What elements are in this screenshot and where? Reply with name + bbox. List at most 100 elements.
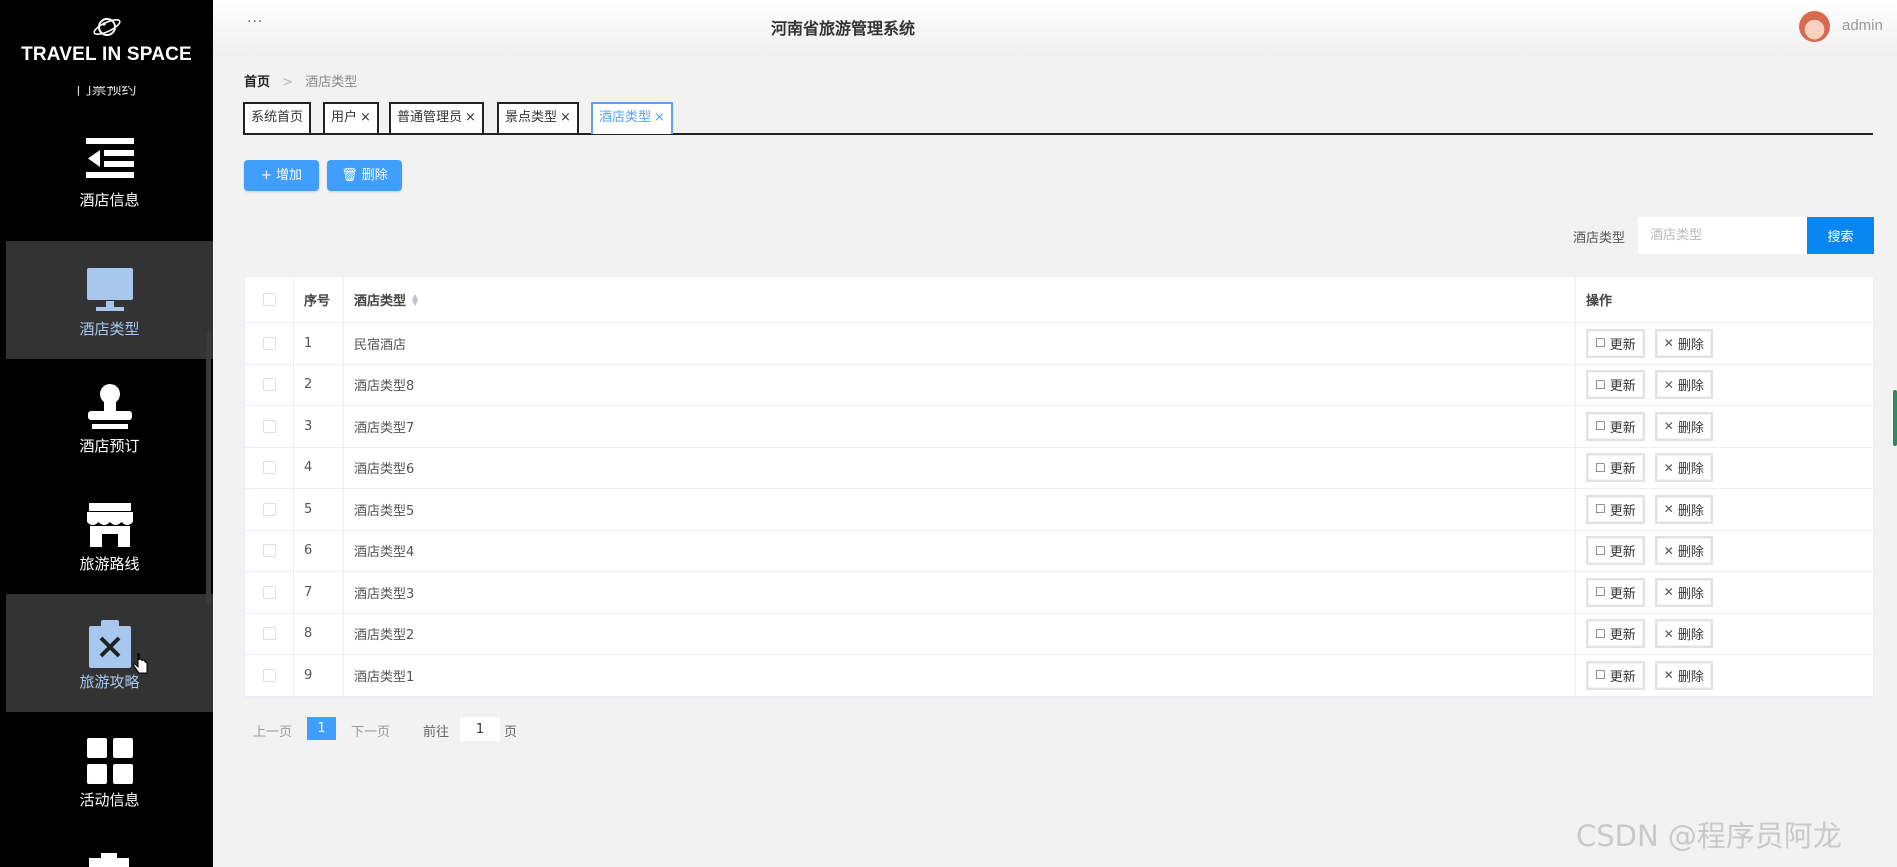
- sidebar-item-label: 活动信息: [79, 791, 140, 809]
- row-checkbox[interactable]: [262, 419, 276, 433]
- search-button[interactable]: 搜索: [1807, 217, 1874, 254]
- close-icon[interactable]: ×: [360, 110, 371, 125]
- row-checkbox[interactable]: [262, 378, 276, 392]
- row-index: 3: [294, 406, 344, 447]
- breadcrumb-current: 酒店类型: [305, 75, 358, 90]
- add-button[interactable]: + 增加: [244, 160, 319, 191]
- tab-user[interactable]: 用户 ×: [323, 102, 379, 133]
- sidebar-item-travel-routes[interactable]: 旅游路线: [6, 476, 213, 594]
- update-button[interactable]: ☐ 更新: [1586, 494, 1645, 524]
- side-handle[interactable]: [1893, 390, 1897, 446]
- edit-icon: ☐: [1595, 460, 1606, 475]
- row-index: 1: [294, 323, 344, 364]
- tab-hotel-type[interactable]: 酒店类型 ×: [591, 102, 673, 134]
- row-type: 酒店类型4: [344, 530, 1576, 571]
- row-delete-button[interactable]: ✕ 删除: [1654, 577, 1713, 607]
- header-ops: 操作: [1586, 294, 1613, 309]
- row-checkbox[interactable]: [262, 544, 276, 558]
- row-ops: ☐ 更新 ✕ 删除: [1576, 531, 1875, 572]
- menu-toggle-button[interactable]: ···: [247, 14, 263, 30]
- sidebar-item-ticket-booking[interactable]: 门票预约: [0, 86, 213, 100]
- add-button-label: 增加: [275, 168, 302, 183]
- sort-icon[interactable]: ▲ ▼: [412, 292, 418, 306]
- sidebar-item-hotel-info[interactable]: 酒店信息: [6, 112, 213, 230]
- row-delete-button[interactable]: ✕ 删除: [1654, 370, 1713, 400]
- close-icon[interactable]: ×: [560, 110, 571, 125]
- row-type: 民宿酒店: [344, 323, 1576, 364]
- update-button[interactable]: ☐ 更新: [1586, 577, 1645, 607]
- grid-icon: [86, 738, 133, 784]
- prev-page-button[interactable]: 上一页: [253, 721, 292, 740]
- avatar[interactable]: [1799, 11, 1830, 42]
- stamp-icon: [87, 384, 132, 429]
- row-delete-button[interactable]: ✕ 删除: [1654, 619, 1713, 649]
- sidebar-item-hotel-type[interactable]: 酒店类型: [6, 241, 213, 359]
- table-row: 2 酒店类型8 ☐ 更新 ✕ 删除: [245, 364, 1873, 406]
- row-delete-label: 删除: [1677, 379, 1704, 395]
- row-type: 酒店类型7: [344, 406, 1576, 447]
- update-button[interactable]: ☐ 更新: [1586, 536, 1645, 566]
- search-input[interactable]: [1638, 217, 1807, 254]
- trash-icon: 🗑: [341, 168, 358, 183]
- tab-admin[interactable]: 普通管理员 ×: [389, 102, 484, 133]
- tab-label: 酒店类型: [599, 110, 652, 125]
- update-label: 更新: [1609, 503, 1636, 519]
- row-delete-label: 删除: [1677, 545, 1704, 561]
- table-body: 1 民宿酒店 ☐ 更新 ✕ 删除 2 酒店类型8 ☐ 更新 ✕ 删除 3 酒店类型7 ☐ 更新 ✕ 删除 4 酒店类型…: [245, 323, 1873, 697]
- row-checkbox-cell: [245, 447, 294, 488]
- breadcrumb-home[interactable]: 首页: [244, 75, 270, 90]
- close-icon[interactable]: ×: [654, 110, 665, 125]
- sidebar-item-travel-guide[interactable]: 旅游攻略: [6, 594, 213, 712]
- username[interactable]: admin: [1842, 17, 1883, 34]
- row-delete-button[interactable]: ✕ 删除: [1654, 328, 1713, 358]
- sidebar-item-activities[interactable]: 活动信息: [6, 712, 213, 830]
- row-delete-button[interactable]: ✕ 删除: [1654, 411, 1713, 441]
- update-button[interactable]: ☐ 更新: [1586, 370, 1645, 400]
- sidebar-item-label: 旅游路线: [79, 555, 140, 573]
- close-icon: ✕: [1663, 336, 1674, 351]
- clipboard-icon: [89, 853, 129, 867]
- row-delete-label: 删除: [1677, 462, 1704, 478]
- update-button[interactable]: ☐ 更新: [1586, 328, 1645, 358]
- update-button[interactable]: ☐ 更新: [1586, 411, 1645, 441]
- row-delete-button[interactable]: ✕ 删除: [1654, 494, 1713, 524]
- row-checkbox[interactable]: [262, 502, 276, 516]
- close-icon: ✕: [1663, 460, 1674, 475]
- row-delete-button[interactable]: ✕ 删除: [1654, 660, 1713, 690]
- update-button[interactable]: ☐ 更新: [1586, 660, 1645, 690]
- goto-page-input[interactable]: [460, 717, 500, 741]
- header-type[interactable]: 酒店类型 ▲ ▼: [344, 277, 1576, 322]
- update-label: 更新: [1609, 545, 1636, 561]
- sidebar-item-hotel-booking[interactable]: 酒店预订: [6, 358, 213, 476]
- update-button[interactable]: ☐ 更新: [1586, 453, 1645, 483]
- next-page-button[interactable]: 下一页: [351, 721, 390, 740]
- row-checkbox-cell: [245, 530, 294, 571]
- close-icon[interactable]: ×: [465, 110, 476, 125]
- sidebar-scrollbar[interactable]: [206, 330, 211, 605]
- row-index: 8: [294, 613, 344, 654]
- update-button[interactable]: ☐ 更新: [1586, 619, 1645, 649]
- row-checkbox[interactable]: [262, 336, 276, 350]
- page-number-current[interactable]: 1: [307, 717, 336, 740]
- tab-scenic-type[interactable]: 景点类型 ×: [497, 102, 579, 133]
- tab-system-home[interactable]: 系统首页: [243, 102, 312, 133]
- list-indent-icon: [85, 138, 134, 178]
- row-checkbox[interactable]: [262, 668, 276, 682]
- update-label: 更新: [1609, 379, 1636, 395]
- close-icon: ✕: [1663, 419, 1674, 434]
- row-checkbox[interactable]: [262, 461, 276, 475]
- top-header: ··· 河南省旅游管理系统 admin: [213, 0, 1897, 56]
- row-checkbox-cell: [245, 489, 294, 530]
- row-delete-label: 删除: [1677, 503, 1704, 519]
- select-all-checkbox[interactable]: [262, 293, 276, 306]
- table-row: 9 酒店类型1 ☐ 更新 ✕ 删除: [245, 655, 1873, 697]
- row-checkbox[interactable]: [262, 627, 276, 641]
- planet-icon: [92, 18, 121, 36]
- table-row: 1 民宿酒店 ☐ 更新 ✕ 删除: [245, 323, 1873, 365]
- row-index: 7: [294, 572, 344, 613]
- row-delete-button[interactable]: ✕ 删除: [1654, 453, 1713, 483]
- row-checkbox-cell: [245, 613, 294, 654]
- delete-button[interactable]: 🗑 删除: [327, 160, 402, 191]
- row-checkbox[interactable]: [262, 585, 276, 599]
- row-delete-button[interactable]: ✕ 删除: [1654, 536, 1713, 566]
